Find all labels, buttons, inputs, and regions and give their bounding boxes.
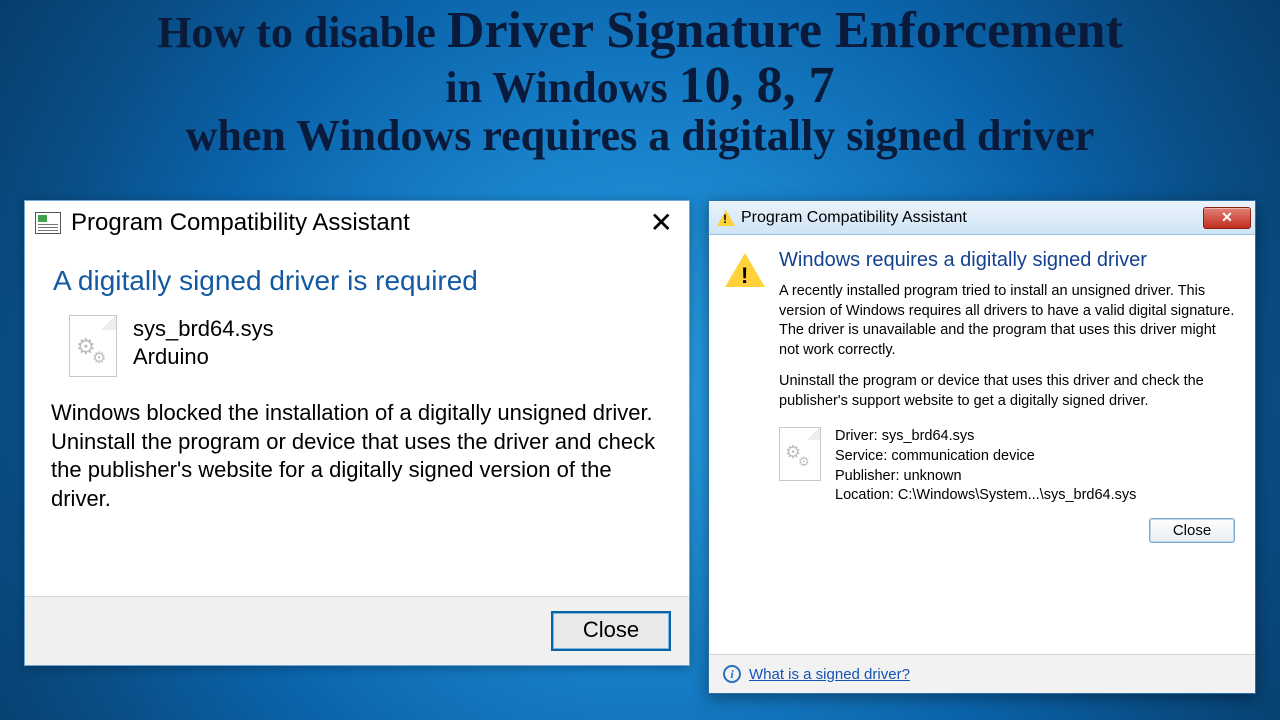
driver-publisher-line: Publisher: unknown xyxy=(835,467,1136,487)
driver-location-line: Location: C:\Windows\System...\sys_brd64… xyxy=(835,486,1136,506)
dialog-footer: Close xyxy=(25,596,689,665)
close-button[interactable]: ✕ xyxy=(1203,207,1251,229)
info-icon: i xyxy=(723,665,741,683)
what-is-signed-driver-link[interactable]: What is a signed driver? xyxy=(749,666,910,683)
dialog-body-text: A recently installed program tried to in… xyxy=(779,282,1237,360)
dialog-body-text: Uninstall the program or device that use… xyxy=(779,372,1237,411)
headline-part: How to disable xyxy=(157,8,447,57)
close-button[interactable]: Close xyxy=(1149,518,1235,543)
compat-assist-icon xyxy=(35,212,61,234)
dialog-win7: Program Compatibility Assistant ✕ Window… xyxy=(708,200,1256,694)
dialog-body-text: Windows blocked the installation of a di… xyxy=(51,399,663,513)
dialog-title-text: Program Compatibility Assistant xyxy=(71,209,410,237)
gear-icon: ⚙ xyxy=(92,348,106,368)
headline-part: when Windows requires a digitally signed… xyxy=(0,112,1280,160)
gear-icon: ⚙ xyxy=(798,454,810,470)
driver-publisher: Arduino xyxy=(133,343,274,371)
warning-icon xyxy=(717,210,735,226)
driver-file-name: sys_brd64.sys xyxy=(133,315,274,343)
dialog-title-text: Program Compatibility Assistant xyxy=(741,209,967,227)
close-button[interactable]: Close xyxy=(551,611,671,651)
driver-name-line: Driver: sys_brd64.sys xyxy=(835,427,1136,447)
driver-service-line: Service: communication device xyxy=(835,447,1136,467)
dialog-heading: Windows requires a digitally signed driv… xyxy=(779,249,1237,272)
driver-file-icon: ⚙ ⚙ xyxy=(69,315,117,377)
dialog-titlebar: Program Compatibility Assistant ✕ xyxy=(25,201,689,243)
page-headline: How to disable Driver Signature Enforcem… xyxy=(0,2,1280,161)
dialog-titlebar: Program Compatibility Assistant ✕ xyxy=(709,201,1255,235)
driver-file-icon: ⚙ ⚙ xyxy=(779,427,821,481)
headline-part: in Windows xyxy=(445,63,678,112)
dialog-win10: Program Compatibility Assistant ✕ A digi… xyxy=(24,200,690,666)
headline-emph: 10, 8, 7 xyxy=(679,57,835,114)
dialog-footer: i What is a signed driver? xyxy=(709,654,1255,693)
dialog-heading: A digitally signed driver is required xyxy=(53,265,663,297)
warning-icon xyxy=(725,253,765,287)
headline-emph: Driver Signature Enforcement xyxy=(447,2,1123,59)
close-icon[interactable]: ✕ xyxy=(644,209,679,237)
